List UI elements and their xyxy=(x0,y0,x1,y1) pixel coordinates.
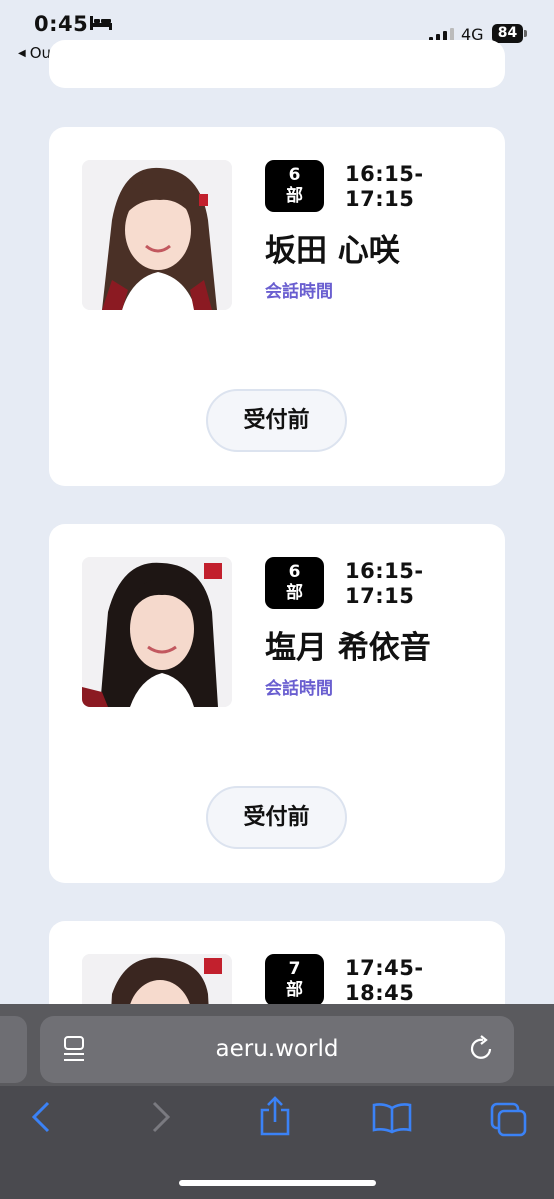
part-badge: 6 部 xyxy=(265,160,324,212)
event-card: 6 部 16:15- 17:15 坂田 心咲 会話時間 受付前 xyxy=(49,127,505,486)
part-label: 6 部 xyxy=(286,165,303,206)
card-partial-top xyxy=(49,40,505,88)
bookmarks-icon[interactable] xyxy=(372,1102,412,1134)
share-icon[interactable] xyxy=(258,1096,292,1136)
browser-toolbar: aeru.world xyxy=(0,1004,554,1199)
part-label: 7 部 xyxy=(286,959,303,1000)
part-label: 6 部 xyxy=(286,562,303,603)
sleep-focus-icon xyxy=(90,16,112,30)
reload-icon[interactable] xyxy=(468,1035,496,1063)
reception-status-button[interactable]: 受付前 xyxy=(206,389,347,452)
forward-icon[interactable] xyxy=(150,1100,172,1134)
time-end: 18:45 xyxy=(345,981,415,1005)
event-card: 6 部 16:15- 17:15 塩月 希依音 会話時間 受付前 xyxy=(49,524,505,883)
part-badge: 7 部 xyxy=(265,954,324,1006)
time-range: 16:15- 17:15 xyxy=(345,162,455,212)
time-start: 17:45- xyxy=(345,956,424,980)
part-badge: 6 部 xyxy=(265,557,324,609)
reception-status-button[interactable]: 受付前 xyxy=(206,786,347,849)
battery-icon: 84 xyxy=(492,24,523,43)
battery-cap xyxy=(524,30,527,37)
url-text[interactable]: aeru.world xyxy=(40,1036,514,1062)
member-name: 坂田 心咲 xyxy=(265,233,400,269)
home-indicator[interactable] xyxy=(179,1180,376,1186)
previous-tab-preview[interactable] xyxy=(0,1016,27,1083)
member-name: 塩月 希依音 xyxy=(265,630,431,666)
member-photo xyxy=(82,557,232,707)
time-start: 16:15- xyxy=(345,559,424,583)
talk-time-label: 会話時間 xyxy=(265,679,333,699)
time-end: 17:15 xyxy=(345,584,415,608)
member-photo xyxy=(82,160,232,310)
back-icon[interactable] xyxy=(30,1100,52,1134)
address-bar[interactable]: aeru.world xyxy=(40,1016,514,1083)
clock: 0:45 xyxy=(34,12,89,36)
talk-time-label: 会話時間 xyxy=(265,282,333,302)
time-end: 17:15 xyxy=(345,187,415,211)
time-range: 17:45- 18:45 xyxy=(345,956,455,1006)
time-range: 16:15- 17:15 xyxy=(345,559,455,609)
tabs-icon[interactable] xyxy=(490,1102,528,1138)
back-triangle-icon: ◀ xyxy=(18,47,26,59)
time-start: 16:15- xyxy=(345,162,424,186)
